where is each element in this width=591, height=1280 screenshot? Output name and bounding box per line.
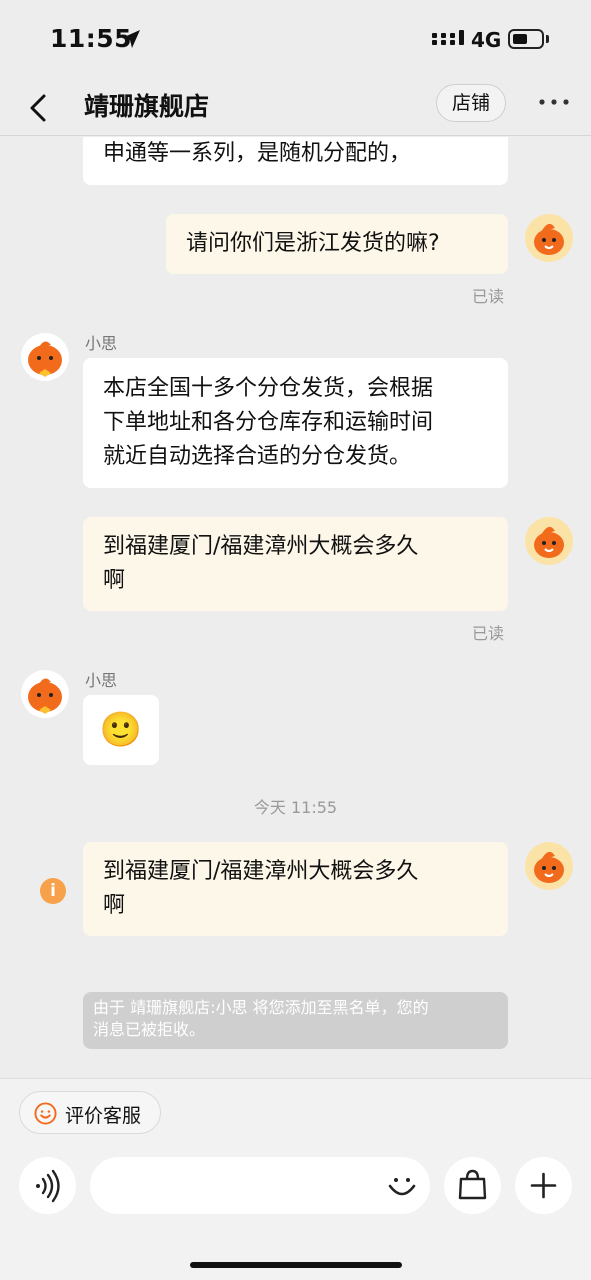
info-icon[interactable]: i	[40, 878, 66, 904]
read-receipt: 已读	[472, 287, 505, 306]
message-line: 啊	[103, 893, 126, 918]
message-line: 下单地址和各分仓库存和运输时间	[103, 410, 434, 435]
emoji-button[interactable]	[386, 1170, 418, 1202]
user-avatar[interactable]	[525, 214, 573, 262]
back-button[interactable]	[22, 88, 56, 128]
battery-tip	[546, 35, 549, 43]
message-line: 到福建厦门/福建漳州大概会多久	[103, 859, 419, 884]
message-input[interactable]	[90, 1157, 430, 1214]
message-bubble-agent: 本店全国十多个分仓发货，会根据 下单地址和各分仓库存和运输时间 就近自动选择合适…	[83, 358, 508, 488]
timestamp: 今天 11:55	[253, 798, 338, 817]
smile-icon	[34, 1102, 57, 1125]
sender-name: 小思	[85, 671, 118, 690]
voice-icon	[36, 1169, 60, 1203]
blacklist-notice: 由于 靖珊旗舰店:小思 将您添加至黑名单，您的 消息已被拒收。	[83, 992, 508, 1049]
plus-icon	[530, 1172, 557, 1199]
message-bubble-agent: 申通等一系列，是随机分配的，	[83, 137, 508, 185]
message-text: 申通等一系列，是随机分配的，	[103, 141, 412, 166]
home-indicator	[190, 1262, 402, 1268]
signal-icon	[432, 30, 464, 45]
read-receipt: 已读	[472, 624, 505, 643]
bag-icon	[458, 1169, 487, 1200]
status-bar: 11:55 4G	[0, 0, 591, 80]
message-line: 到福建厦门/福建漳州大概会多久	[103, 534, 419, 559]
user-avatar[interactable]	[525, 517, 573, 565]
battery-icon	[508, 29, 544, 49]
message-line: 啊	[103, 568, 126, 593]
shop-title: 靖珊旗舰店	[84, 92, 210, 121]
shop-button[interactable]: 店铺	[436, 84, 506, 122]
chat-area[interactable]: 申通等一系列，是随机分配的， 请问你们是浙江发货的嘛? 已读 小思 本店全国十多…	[0, 137, 591, 1077]
message-line: 就近自动选择合适的分仓发货。	[103, 444, 412, 469]
message-bubble-user: 请问你们是浙江发货的嘛?	[166, 214, 508, 274]
network-label: 4G	[471, 28, 502, 52]
voice-button[interactable]	[19, 1157, 76, 1214]
plus-button[interactable]	[515, 1157, 572, 1214]
emoji-icon	[388, 1178, 416, 1196]
user-avatar[interactable]	[525, 842, 573, 890]
rate-service-button[interactable]: 评价客服	[19, 1091, 161, 1134]
message-line: 本店全国十多个分仓发货，会根据	[103, 376, 434, 401]
back-chevron-icon	[30, 94, 46, 122]
message-bubble-user: 到福建厦门/福建漳州大概会多久 啊	[83, 517, 508, 611]
agent-avatar[interactable]	[21, 670, 69, 718]
notice-line: 消息已被拒收。	[93, 1020, 206, 1039]
message-text: 请问你们是浙江发货的嘛?	[186, 231, 440, 256]
rate-service-label: 评价客服	[65, 1105, 142, 1127]
sender-name: 小思	[85, 334, 118, 353]
smiley-emoji: 🙂	[99, 710, 143, 750]
product-button[interactable]	[444, 1157, 501, 1214]
agent-avatar[interactable]	[21, 333, 69, 381]
more-dots-icon	[539, 99, 569, 105]
message-bubble-emoji: 🙂	[83, 695, 159, 765]
message-bubble-user: 到福建厦门/福建漳州大概会多久 啊	[83, 842, 508, 936]
nav-bar: 靖珊旗舰店 店铺	[0, 80, 591, 136]
more-button[interactable]	[536, 88, 572, 116]
location-arrow-icon	[122, 30, 140, 48]
notice-line: 由于 靖珊旗舰店:小思 将您添加至黑名单，您的	[93, 998, 429, 1017]
